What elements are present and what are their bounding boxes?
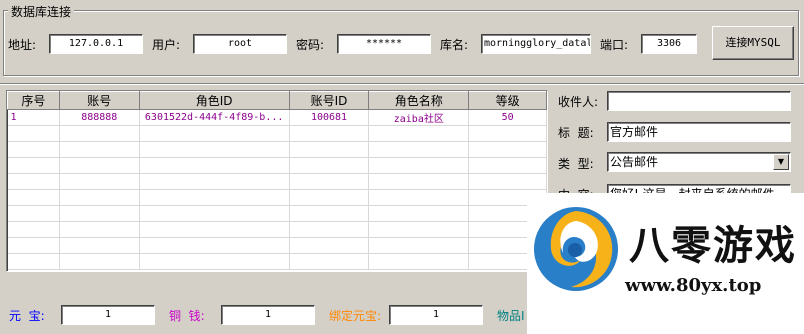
logo-url: www.80yx.top <box>625 275 762 296</box>
group-title: 数据库连接 <box>8 3 75 20</box>
col-header-level[interactable]: 等级 <box>468 91 547 110</box>
item-label: 物品I <box>497 309 525 323</box>
yuanbao-input[interactable]: 1 <box>61 305 155 325</box>
port-input[interactable]: 3306 <box>641 34 697 54</box>
title-label: 标 题: <box>558 126 594 140</box>
table-row-empty <box>7 205 547 222</box>
table-row-empty <box>7 141 547 158</box>
watermark-logo: 八零游戏 www.80yx.top <box>527 193 804 334</box>
table-row-empty <box>7 157 547 174</box>
recipient-input[interactable] <box>607 91 791 111</box>
cell-role-id: 6301522d-444f-4f89-b... <box>139 109 290 126</box>
cell-account-id: 100681 <box>289 109 370 126</box>
tongqian-label: 铜 钱: <box>169 309 205 323</box>
chevron-down-icon[interactable]: ▼ <box>773 154 789 170</box>
col-header-role-id[interactable]: 角色ID <box>138 91 290 110</box>
type-select[interactable]: 公告邮件 ▼ <box>607 152 791 172</box>
col-header-account[interactable]: 账号 <box>58 91 140 110</box>
title-input[interactable]: 官方邮件 <box>607 122 791 142</box>
logo-text: 八零游戏 <box>629 223 797 269</box>
character-grid[interactable]: 序号 账号 角色ID 账号ID 角色名称 等级 1 888888 6301522… <box>6 90 548 272</box>
db-name-input[interactable]: morningglory_datal <box>481 34 591 54</box>
bind-yuanbao-input[interactable]: 1 <box>389 305 483 325</box>
cell-level: 50 <box>468 109 547 126</box>
table-row-empty <box>7 253 547 270</box>
port-label: 端口: <box>600 38 629 52</box>
password-input[interactable]: ****** <box>337 34 431 54</box>
user-input[interactable]: root <box>193 34 287 54</box>
cell-index: 1 <box>7 109 60 126</box>
table-row-empty <box>7 189 547 206</box>
recipient-label: 收件人: <box>558 95 599 109</box>
col-header-role-name[interactable]: 角色名称 <box>368 91 470 110</box>
divider <box>0 83 804 85</box>
db-name-label: 库名: <box>440 38 469 52</box>
type-select-value: 公告邮件 <box>610 155 659 169</box>
type-label: 类 型: <box>558 157 594 171</box>
address-label: 地址: <box>8 38 37 52</box>
password-label: 密码: <box>296 38 325 52</box>
table-row-empty <box>7 221 547 238</box>
connect-mysql-button[interactable]: 连接MYSQL <box>712 26 794 60</box>
yuanbao-label: 元 宝: <box>9 309 45 323</box>
table-row-empty <box>7 125 547 142</box>
tongqian-input[interactable]: 1 <box>221 305 315 325</box>
grid-header-row: 序号 账号 角色ID 账号ID 角色名称 等级 <box>7 91 547 110</box>
bind-yuanbao-label: 绑定元宝: <box>329 309 382 323</box>
grid-table: 序号 账号 角色ID 账号ID 角色名称 等级 1 888888 6301522… <box>7 91 547 270</box>
cell-role-name: zaiba社区 <box>368 109 470 126</box>
cell-account: 888888 <box>59 109 140 126</box>
swirl-logo-icon <box>534 207 618 291</box>
user-label: 用户: <box>152 38 181 52</box>
table-row-empty <box>7 173 547 190</box>
table-row-empty <box>7 237 547 254</box>
address-input[interactable]: 127.0.0.1 <box>49 34 143 54</box>
table-row[interactable]: 1 888888 6301522d-444f-4f89-b... 100681 … <box>7 109 547 126</box>
col-header-account-id[interactable]: 账号ID <box>288 91 370 110</box>
col-header-index[interactable]: 序号 <box>7 91 60 110</box>
